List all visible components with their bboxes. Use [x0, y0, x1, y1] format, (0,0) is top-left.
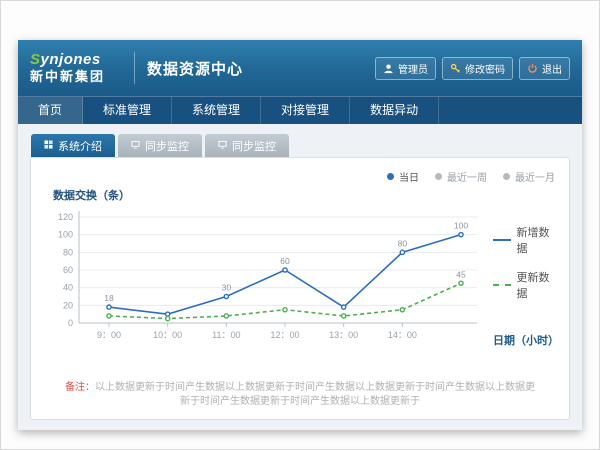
monitor-icon [131, 140, 140, 152]
series-legend: 新增数据 更新数据 日期（小时） [485, 205, 555, 367]
legend-label: 最近一周 [447, 169, 487, 184]
legend-dot-today [387, 173, 394, 180]
tab-label: 同步监控 [232, 138, 276, 154]
brand-logo: Synjones 新中新集团 [30, 52, 122, 83]
nav-item-standard-mgmt[interactable]: 标准管理 [83, 97, 172, 124]
nav-item-system-mgmt[interactable]: 系统管理 [172, 97, 261, 124]
svg-text:20: 20 [63, 300, 73, 310]
logout-button[interactable]: 退出 [519, 57, 570, 80]
monitor-icon [218, 140, 227, 152]
series-label: 新增数据 [517, 224, 556, 256]
blue-line-sample [493, 239, 511, 241]
series-label: 更新数据 [517, 269, 556, 301]
legend-label: 最近一月 [515, 169, 555, 184]
tab-label: 同步监控 [145, 138, 189, 154]
nav-item-integration-mgmt[interactable]: 对接管理 [261, 97, 350, 124]
brand-company: 新中新集团 [30, 70, 122, 84]
svg-text:18: 18 [104, 293, 114, 303]
brand-name: Synjones [30, 52, 122, 68]
page-title: 数据资源中心 [147, 58, 243, 79]
series-legend-new-data[interactable]: 新增数据 [493, 224, 555, 256]
svg-text:0: 0 [68, 318, 73, 328]
svg-text:45: 45 [456, 269, 466, 279]
svg-text:11：00: 11：00 [212, 330, 240, 340]
legend-item-last-week[interactable]: 最近一周 [435, 169, 487, 184]
tab-system-intro[interactable]: 系统介绍 [31, 134, 115, 157]
user-icon [383, 63, 394, 74]
x-axis-title: 日期（小时） [493, 332, 555, 348]
app-window: Synjones 新中新集团 数据资源中心 管理员 修改密码 [18, 40, 582, 430]
main-nav: 首页 标准管理 系统管理 对接管理 数据异动 [18, 96, 582, 124]
tab-sync-monitor-1[interactable]: 同步监控 [118, 134, 202, 157]
series-legend-update-data[interactable]: 更新数据 [493, 269, 555, 301]
grid-icon [44, 140, 53, 152]
svg-text:100: 100 [58, 230, 73, 240]
svg-text:12：00: 12：00 [270, 330, 299, 340]
svg-text:120: 120 [58, 212, 73, 222]
key-icon [450, 63, 461, 74]
svg-text:60: 60 [63, 265, 73, 275]
svg-text:80: 80 [398, 238, 408, 248]
legend-dot-last-month [503, 173, 510, 180]
nav-item-data-change[interactable]: 数据异动 [350, 97, 439, 124]
footnote-text: 以上数据更新于时间产生数据以上数据更新于时间产生数据以上数据更新于时间产生数据以… [95, 382, 535, 407]
admin-button-label: 管理员 [398, 61, 428, 76]
chart-card: 当日 最近一周 最近一月 数据交换（条） 0 20 40 60 80 100 120 9：00… [30, 157, 570, 420]
svg-text:30: 30 [222, 283, 232, 293]
period-legend: 当日 最近一周 最近一月 [45, 168, 555, 184]
header-actions: 管理员 修改密码 退出 [375, 57, 570, 80]
footnote-label: 备注： [65, 382, 95, 393]
svg-text:40: 40 [63, 283, 73, 293]
chart-row: 0 20 40 60 80 100 120 9：00 10：00 11：00 12：00 13：00 1… [45, 205, 555, 367]
legend-dot-last-week [435, 173, 442, 180]
legend-item-today[interactable]: 当日 [387, 169, 419, 184]
tab-label: 系统介绍 [58, 138, 102, 154]
tab-bar: 系统介绍 同步监控 同步监控 [31, 134, 570, 157]
logout-icon [527, 63, 538, 74]
green-dashed-line-sample [493, 284, 511, 286]
y-axis-title: 数据交换（条） [53, 187, 555, 203]
change-password-button[interactable]: 修改密码 [442, 57, 513, 80]
admin-button[interactable]: 管理员 [375, 57, 436, 80]
nav-item-home[interactable]: 首页 [18, 97, 83, 124]
footnote: 备注：以上数据更新于时间产生数据以上数据更新于时间产生数据以上数据更新于时间产生… [45, 381, 555, 409]
header-divider [134, 52, 135, 84]
svg-text:60: 60 [280, 256, 290, 266]
app-header: Synjones 新中新集团 数据资源中心 管理员 修改密码 [18, 40, 582, 96]
svg-text:100: 100 [454, 221, 468, 231]
legend-label: 当日 [399, 169, 419, 184]
change-password-label: 修改密码 [465, 61, 505, 76]
logout-label: 退出 [542, 61, 562, 76]
line-chart: 0 20 40 60 80 100 120 9：00 10：00 11：00 12：00 13：00 1… [45, 205, 485, 355]
svg-text:13：00: 13：00 [329, 330, 358, 340]
content-area: 系统介绍 同步监控 同步监控 当日 [18, 124, 582, 430]
svg-text:10：00: 10：00 [153, 330, 182, 340]
svg-text:14：00: 14：00 [388, 330, 417, 340]
svg-text:9：00: 9：00 [97, 330, 121, 340]
tab-sync-monitor-2[interactable]: 同步监控 [205, 134, 289, 157]
svg-text:80: 80 [63, 247, 73, 257]
legend-item-last-month[interactable]: 最近一月 [503, 169, 555, 184]
